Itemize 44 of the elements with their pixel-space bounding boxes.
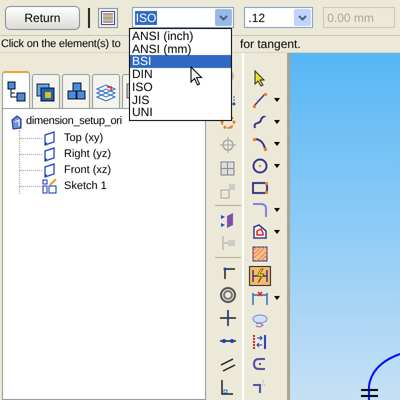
dropdown-arrow-icon[interactable] <box>274 164 280 168</box>
sketch-circle-drawing <box>358 350 400 400</box>
dropdown-arrow-icon[interactable] <box>274 98 280 102</box>
dimension-lines-icon <box>100 10 115 24</box>
puzzle-blocks-icon <box>65 80 87 102</box>
tree-item[interactable]: Sketch 1 <box>64 178 107 194</box>
tree-item[interactable]: dimension_setup_ori <box>26 113 122 130</box>
dropdown-option[interactable]: ANSI (inch) <box>130 30 231 43</box>
stacked-blocks-icon <box>35 80 57 102</box>
dropdown-option[interactable]: ANSI (mm) <box>130 42 231 56</box>
sketch-icon <box>42 178 57 194</box>
panel-tab[interactable] <box>32 74 60 108</box>
dropdown-option[interactable]: ISO <box>130 80 231 94</box>
precision-combo[interactable]: .12 <box>244 7 314 28</box>
intersection-icon[interactable] <box>219 309 237 327</box>
status-text: Click on the element(s) to <box>1 36 121 52</box>
chevron-down-icon[interactable] <box>294 9 312 26</box>
dropdown-arrow-icon[interactable] <box>274 230 280 234</box>
dropdown-arrow-icon[interactable] <box>274 142 280 146</box>
panel-tab[interactable] <box>62 74 90 108</box>
tree-item[interactable]: Front (xz) <box>64 162 112 178</box>
dropdown-arrow-icon[interactable] <box>274 296 280 300</box>
dropdown-arrow-icon[interactable] <box>274 208 280 212</box>
mouse-pointer-icon <box>190 66 203 86</box>
status-text: for tangent. <box>240 36 301 53</box>
dropdown-option[interactable]: UNI <box>130 106 231 119</box>
plane-icon <box>42 146 57 162</box>
dropdown-option[interactable]: JIS <box>130 94 231 106</box>
tree-structure-icon <box>5 80 27 102</box>
part-icon <box>9 114 23 130</box>
standard-combo[interactable]: ISO <box>132 7 234 28</box>
dropdown-option[interactable]: BSI <box>130 55 231 68</box>
concentric-circles-icon[interactable] <box>219 286 237 304</box>
plane-icon <box>42 162 57 178</box>
chevron-down-icon[interactable] <box>215 9 232 26</box>
dimension-style-button[interactable] <box>98 8 118 28</box>
grid-square-icon[interactable] <box>219 159 237 177</box>
plane-icon <box>42 130 57 146</box>
panel-tab[interactable] <box>2 71 30 108</box>
return-button[interactable]: Return <box>5 6 80 30</box>
dropdown-arrow-icon[interactable] <box>274 120 280 124</box>
tree-item[interactable]: Right (yz) <box>64 146 112 162</box>
tree-item[interactable]: Top (xy) <box>64 130 104 146</box>
dropdown-option[interactable]: DIN <box>130 68 231 81</box>
